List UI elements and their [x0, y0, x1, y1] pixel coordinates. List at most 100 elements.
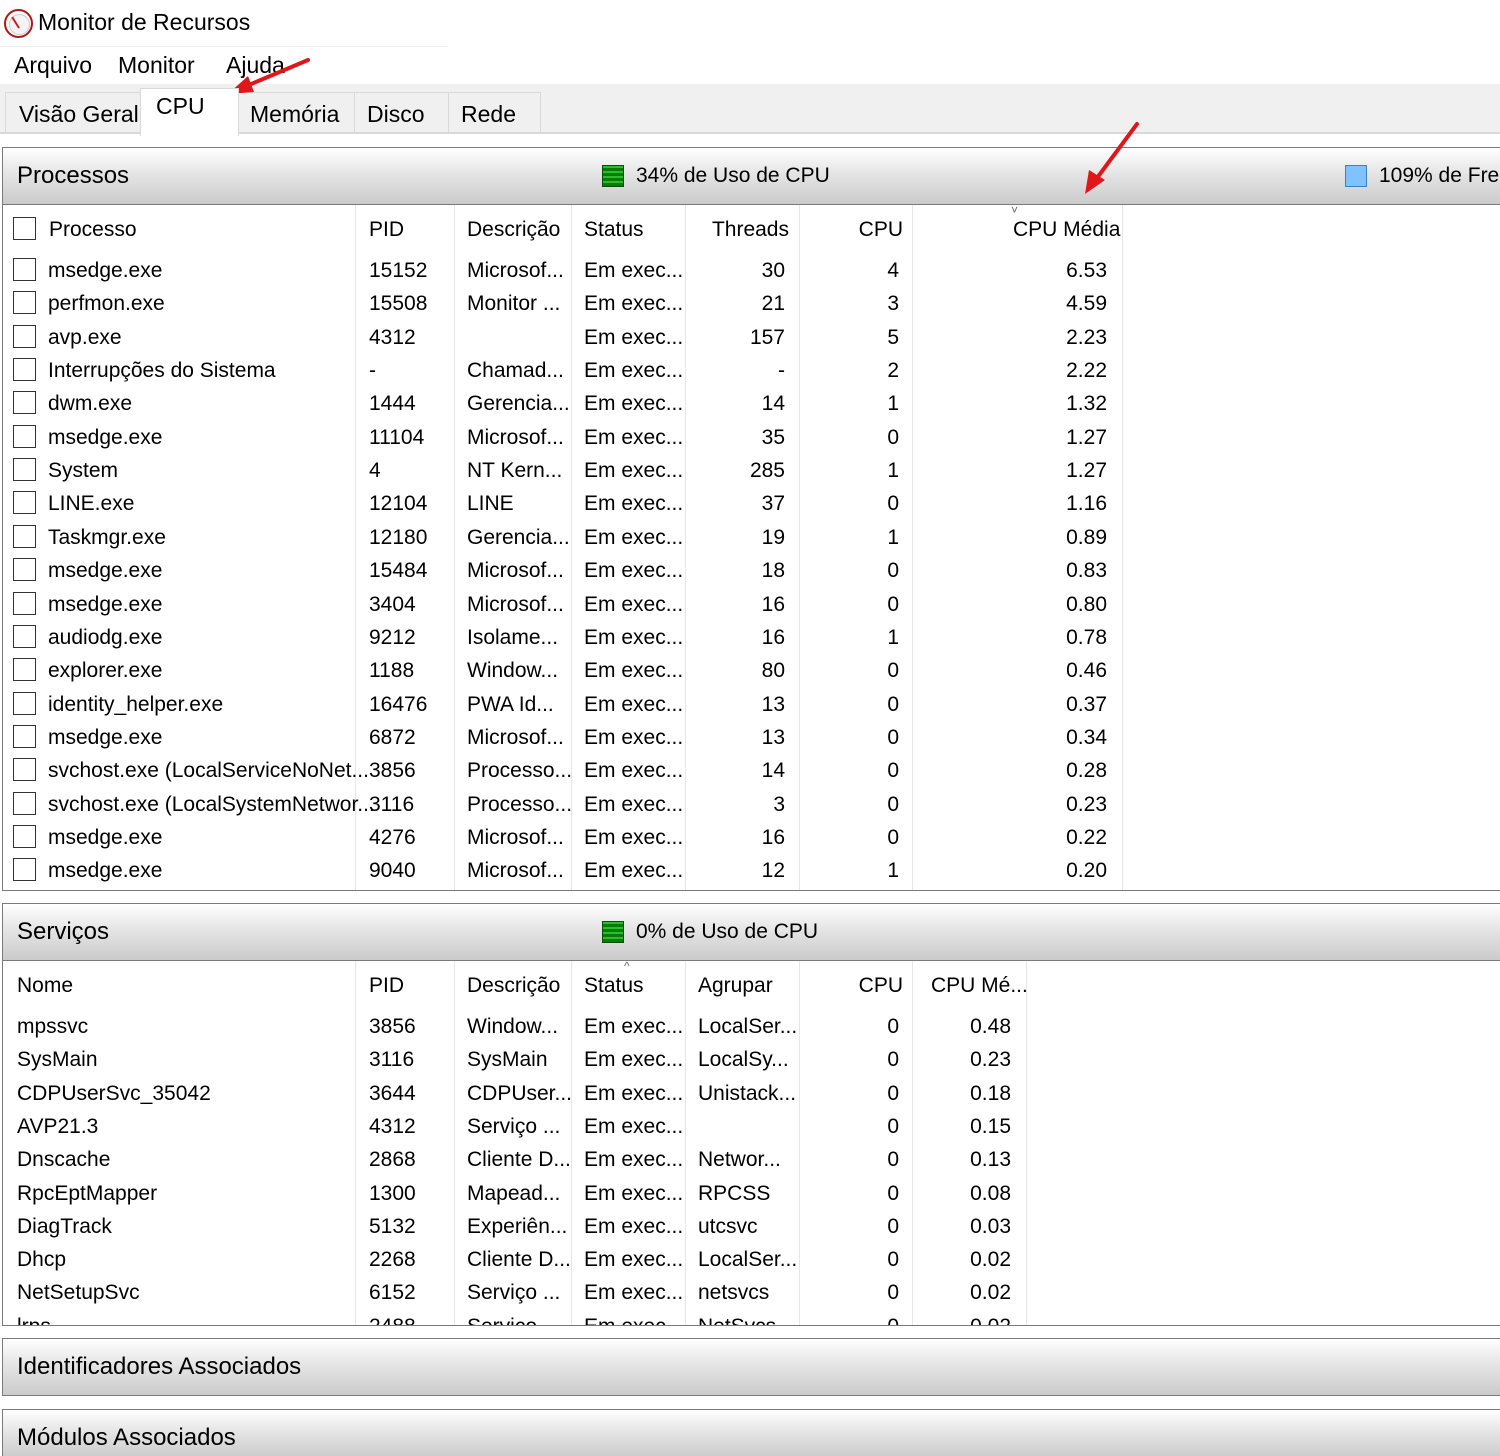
services-header[interactable]: Serviços 0% de Uso de CPU [2, 903, 1500, 961]
process-status: Em exec... [584, 659, 684, 683]
column-separator [1122, 205, 1123, 890]
col-header-cpu-media[interactable]: CPU Mé... [931, 974, 1028, 998]
process-name[interactable]: msedge.exe [48, 593, 162, 617]
process-cpu-average: 4.59 [1066, 292, 1107, 316]
process-name[interactable]: Taskmgr.exe [48, 526, 166, 550]
process-name[interactable]: identity_helper.exe [48, 693, 223, 717]
service-cpu-average: 0.48 [970, 1015, 1011, 1038]
row-checkbox[interactable] [13, 658, 36, 682]
process-name[interactable]: msedge.exe [48, 259, 162, 283]
row-checkbox[interactable] [13, 391, 36, 415]
tab-cpu[interactable]: CPU [140, 88, 239, 136]
process-name[interactable]: explorer.exe [48, 659, 162, 683]
window-title: Monitor de Recursos [38, 9, 251, 35]
process-name[interactable]: msedge.exe [48, 559, 162, 583]
menu-monitor[interactable]: Monitor [118, 52, 195, 79]
col-header-status[interactable]: Status [584, 218, 644, 242]
tab-rede[interactable]: Rede [448, 92, 541, 134]
service-name[interactable]: Dnscache [17, 1148, 110, 1172]
col-header-nome[interactable]: Nome [17, 974, 73, 998]
process-name[interactable]: msedge.exe [48, 426, 162, 450]
row-checkbox[interactable] [13, 691, 36, 715]
process-name[interactable]: svchost.exe (LocalServiceNoNet... [48, 759, 369, 783]
processes-header[interactable]: Processos 34% de Uso de CPU 109% de Freq [2, 147, 1500, 205]
col-header-cpu-media[interactable]: CPU Média [1013, 218, 1120, 242]
col-header-pid[interactable]: PID [369, 218, 404, 242]
row-checkbox[interactable] [13, 858, 36, 882]
process-name[interactable]: perfmon.exe [48, 292, 165, 316]
row-checkbox[interactable] [13, 258, 36, 281]
service-name[interactable]: CDPUserSvc_35042 [17, 1082, 211, 1106]
row-checkbox[interactable] [13, 558, 36, 582]
col-header-status[interactable]: Status [584, 974, 644, 998]
process-cpu-average: 1.27 [1066, 459, 1107, 483]
process-status: Em exec... [584, 492, 684, 516]
col-header-agrupar[interactable]: Agrupar [698, 974, 773, 998]
process-threads: 35 [761, 425, 785, 449]
service-name[interactable]: Dhcp [17, 1248, 66, 1272]
service-name[interactable]: SysMain [17, 1048, 98, 1072]
service-name[interactable]: NetSetupSvc [17, 1281, 140, 1305]
row-checkbox[interactable] [13, 758, 36, 782]
process-name[interactable]: msedge.exe [48, 726, 162, 750]
col-header-cpu[interactable]: CPU [807, 974, 903, 998]
select-all-checkbox[interactable] [13, 217, 36, 240]
service-name[interactable]: lrps [17, 1315, 51, 1325]
tab-visao-geral[interactable]: Visão Geral [5, 92, 141, 134]
row-checkbox[interactable] [13, 424, 36, 448]
process-name[interactable]: dwm.exe [48, 392, 132, 416]
row-checkbox[interactable] [13, 291, 36, 315]
service-name[interactable]: RpcEptMapper [17, 1182, 157, 1206]
process-threads: 12 [761, 859, 785, 883]
menu-arquivo[interactable]: Arquivo [14, 52, 92, 79]
row-checkbox[interactable] [13, 624, 36, 648]
col-header-processo[interactable]: Processo [49, 218, 137, 242]
col-header-threads[interactable]: Threads [693, 218, 789, 242]
modules-header[interactable]: Módulos Associados [2, 1409, 1500, 1456]
service-name[interactable]: mpssvc [17, 1015, 88, 1039]
menu-ajuda[interactable]: Ajuda [226, 52, 285, 79]
process-cpu-average: 2.22 [1066, 359, 1107, 383]
process-status: Em exec... [584, 625, 684, 649]
service-name[interactable]: DiagTrack [17, 1215, 112, 1239]
process-name[interactable]: Interrupções do Sistema [48, 359, 276, 383]
service-cpu: 0 [887, 1281, 899, 1305]
tab-disco[interactable]: Disco [354, 92, 449, 134]
handles-header[interactable]: Identificadores Associados [2, 1338, 1500, 1396]
process-description: Gerencia... [467, 525, 570, 549]
process-name[interactable]: System [48, 459, 118, 483]
col-header-cpu[interactable]: CPU [807, 218, 903, 242]
process-name[interactable]: msedge.exe [48, 826, 162, 850]
row-checkbox[interactable] [13, 791, 36, 815]
col-header-descricao[interactable]: Descrição [467, 218, 560, 242]
process-name[interactable]: avp.exe [48, 326, 122, 350]
process-name[interactable]: svchost.exe (LocalSystemNetwor... [48, 793, 375, 817]
row-checkbox[interactable] [13, 324, 36, 348]
service-name[interactable]: AVP21.3 [17, 1115, 98, 1139]
process-name[interactable]: LINE.exe [48, 492, 134, 516]
row-checkbox[interactable] [13, 458, 36, 482]
process-cpu-average: 0.37 [1066, 692, 1107, 716]
col-header-pid[interactable]: PID [369, 974, 404, 998]
service-status: Em exec... [584, 1315, 683, 1325]
row-checkbox[interactable] [13, 491, 36, 515]
process-name[interactable]: msedge.exe [48, 859, 162, 883]
row-checkbox[interactable] [13, 824, 36, 848]
column-separator [571, 205, 572, 890]
processes-cpu-frequency: 109% de Freq [1379, 164, 1500, 187]
services-cpu-usage: 0% de Uso de CPU [636, 920, 819, 943]
row-checkbox[interactable] [13, 358, 36, 382]
row-checkbox[interactable] [13, 724, 36, 748]
process-cpu: 0 [887, 725, 899, 749]
service-status: Em exec... [584, 1248, 684, 1272]
service-description: CDPUser... [467, 1081, 573, 1105]
process-description: Microsof... [467, 592, 564, 616]
process-pid: 3116 [369, 792, 415, 816]
process-name[interactable]: audiodg.exe [48, 626, 162, 650]
service-status: Em exec... [584, 1048, 684, 1072]
process-description: Isolame... [467, 625, 559, 649]
row-checkbox[interactable] [13, 591, 36, 615]
tab-memoria[interactable]: Memória [238, 92, 355, 134]
col-header-descricao[interactable]: Descrição [467, 974, 560, 998]
row-checkbox[interactable] [13, 524, 36, 548]
